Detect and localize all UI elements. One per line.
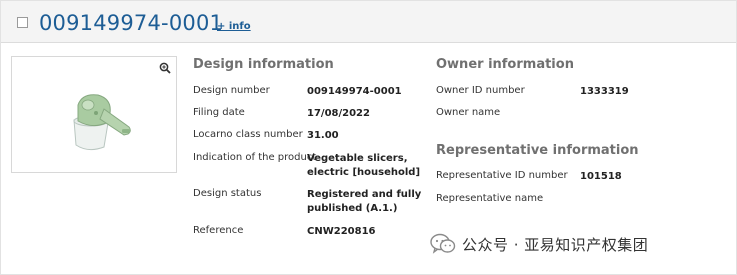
- owner-id-label: Owner ID number: [436, 85, 525, 96]
- design-number-value: 009149974-0001: [307, 86, 402, 97]
- watermark-text: 公众号 · 亚易知识产权集团: [462, 235, 649, 254]
- locarno-class-label: Locarno class number: [193, 129, 303, 140]
- zoom-in-icon[interactable]: [159, 62, 171, 74]
- more-info-link[interactable]: + info: [217, 21, 251, 32]
- locarno-class-value: 31.00: [307, 130, 339, 141]
- product-indication-value: Vegetable slicers, electric [household]: [307, 153, 421, 178]
- card-header: 009149974-0001 + info: [1, 1, 736, 43]
- select-checkbox[interactable]: [17, 17, 28, 28]
- representative-name-label: Representative name: [436, 193, 544, 204]
- owner-info-heading: Owner information: [436, 57, 574, 72]
- design-thumbnail[interactable]: [11, 56, 177, 173]
- owner-id-value: 1333319: [580, 86, 629, 97]
- reference-label: Reference: [193, 225, 244, 236]
- product-indication-label: Indication of the product: [193, 152, 317, 163]
- design-title: 009149974-0001: [39, 11, 224, 35]
- design-info-heading: Design information: [193, 57, 334, 72]
- filing-date-value: 17/08/2022: [307, 108, 370, 119]
- design-number-label: Design number: [193, 85, 270, 96]
- wechat-watermark: 公众号 · 亚易知识产权集团: [430, 232, 648, 256]
- reference-value: CNW220816: [307, 226, 376, 237]
- vegetable-slicer-image: [73, 94, 131, 151]
- representative-id-label: Representative ID number: [436, 170, 568, 181]
- filing-date-label: Filing date: [193, 107, 245, 118]
- wechat-icon: [430, 233, 456, 254]
- owner-name-label: Owner name: [436, 107, 501, 118]
- design-status-value: Registered and fully published (A.1.): [307, 189, 422, 214]
- representative-info-heading: Representative information: [436, 143, 639, 158]
- representative-id-value: 101518: [580, 171, 622, 182]
- design-status-label: Design status: [193, 188, 262, 199]
